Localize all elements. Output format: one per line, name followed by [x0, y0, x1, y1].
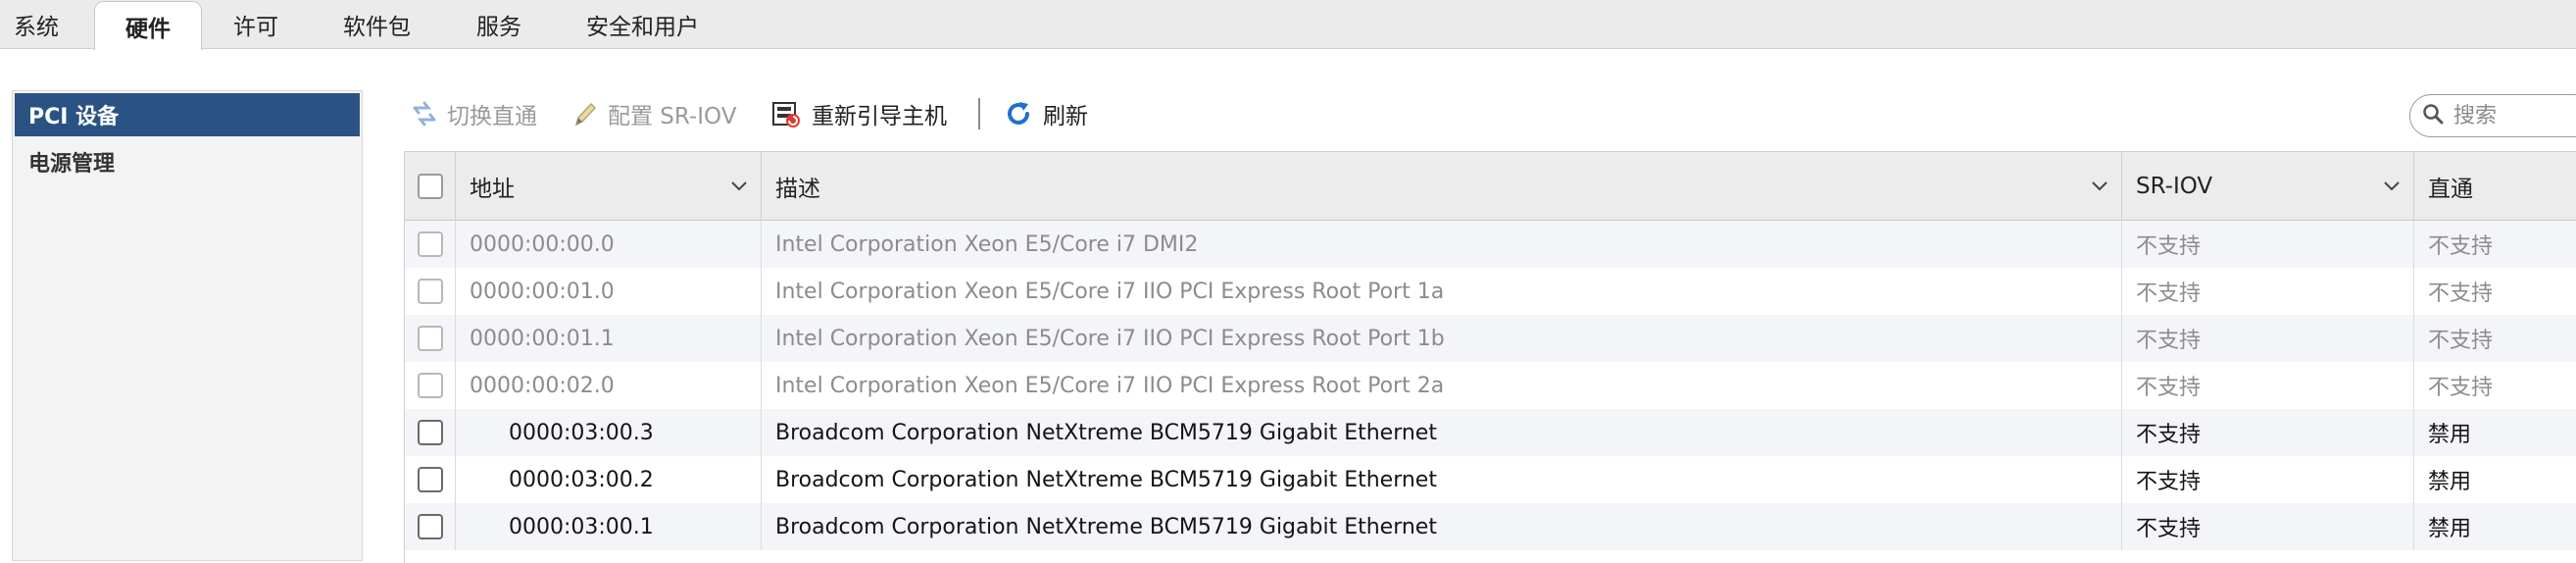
- row-checkbox[interactable]: [418, 373, 443, 398]
- tab-hardware[interactable]: 硬件: [94, 1, 202, 50]
- sriov-cell: 不支持: [2122, 221, 2414, 268]
- pencil-icon: [572, 99, 598, 128]
- row-checkbox[interactable]: [418, 231, 443, 257]
- pci-device-table: 地址 描述 SR-IOV 直通 0000:00:00.0 Intel Corpo…: [404, 151, 2576, 563]
- column-header-address-label: 地址: [470, 177, 515, 202]
- column-header-passthrough[interactable]: 直通: [2414, 152, 2576, 221]
- row-select-cell: [405, 362, 456, 409]
- chevron-down-icon[interactable]: [729, 176, 749, 201]
- tab-services[interactable]: 服务: [476, 0, 521, 49]
- sriov-cell: 不支持: [2122, 315, 2414, 362]
- passthrough-cell: 禁用: [2428, 470, 2472, 494]
- column-header-sriov-label: SR-IOV: [2136, 174, 2213, 199]
- chevron-down-icon[interactable]: [2090, 176, 2109, 201]
- row-select-cell: [405, 503, 456, 550]
- refresh-label: 刷新: [1043, 104, 1088, 129]
- table-row[interactable]: 0000:00:01.1 Intel Corporation Xeon E5/C…: [405, 315, 2576, 362]
- sidebar-item-power-management[interactable]: 电源管理: [15, 140, 360, 183]
- description-cell: Broadcom Corporation NetXtreme BCM5719 G…: [762, 503, 2122, 550]
- column-header-description-label: 描述: [775, 177, 820, 202]
- address-cell: 0000:03:00.3: [456, 409, 762, 456]
- reboot-host-button[interactable]: 重新引导主机: [770, 94, 947, 133]
- column-header-address[interactable]: 地址: [456, 152, 762, 221]
- description-cell: Broadcom Corporation NetXtreme BCM5719 G…: [762, 456, 2122, 503]
- sidebar-item-pci-devices[interactable]: PCI 设备: [15, 93, 360, 136]
- row-select-cell: [405, 315, 456, 362]
- toggle-passthrough-label: 切换直通: [447, 104, 537, 129]
- row-checkbox[interactable]: [418, 326, 443, 351]
- select-all-checkbox[interactable]: [418, 174, 443, 199]
- tab-security-users[interactable]: 安全和用户: [586, 0, 699, 49]
- tab-bar: 系统 硬件 许可 软件包 服务 安全和用户: [0, 0, 2576, 50]
- tab-system[interactable]: 系统: [14, 0, 59, 49]
- address-cell: 0000:00:00.0: [456, 221, 762, 268]
- passthrough-cell: 不支持: [2428, 282, 2494, 306]
- tab-license[interactable]: 许可: [233, 0, 278, 49]
- passthrough-cell: 禁用: [2428, 517, 2472, 541]
- column-header-description[interactable]: 描述: [762, 152, 2122, 221]
- address-cell: 0000:03:00.2: [456, 456, 762, 503]
- row-select-cell: [405, 221, 456, 268]
- table-row[interactable]: 0000:03:00.1 Broadcom Corporation NetXtr…: [405, 503, 2576, 550]
- sidebar: PCI 设备 电源管理: [12, 90, 363, 561]
- table-row[interactable]: 0000:00:02.0 Intel Corporation Xeon E5/C…: [405, 362, 2576, 409]
- sriov-cell: 不支持: [2122, 456, 2414, 503]
- table-header: 地址 描述 SR-IOV 直通: [405, 152, 2576, 221]
- row-checkbox[interactable]: [418, 279, 443, 304]
- configure-sriov-label: 配置 SR-IOV: [608, 104, 737, 129]
- toggle-passthrough-icon: [412, 99, 437, 128]
- table-row[interactable]: 0000:00:01.0 Intel Corporation Xeon E5/C…: [405, 268, 2576, 315]
- sriov-cell: 不支持: [2122, 362, 2414, 409]
- address-cell: 0000:00:01.0: [456, 268, 762, 315]
- row-checkbox[interactable]: [418, 514, 443, 539]
- search-box: [2409, 94, 2576, 137]
- toolbar-separator: [978, 98, 980, 129]
- reboot-host-icon: [770, 98, 802, 129]
- address-cell: 0000:00:01.1: [456, 315, 762, 362]
- table-row[interactable]: 0000:03:00.3 Broadcom Corporation NetXtr…: [405, 409, 2576, 456]
- row-checkbox[interactable]: [418, 420, 443, 445]
- sriov-cell: 不支持: [2122, 503, 2414, 550]
- search-input[interactable]: [2452, 102, 2576, 129]
- sriov-cell: 不支持: [2122, 268, 2414, 315]
- select-all-cell: [405, 152, 456, 221]
- reboot-host-label: 重新引导主机: [812, 104, 947, 129]
- description-cell: Intel Corporation Xeon E5/Core i7 IIO PC…: [762, 362, 2122, 409]
- description-cell: Broadcom Corporation NetXtreme BCM5719 G…: [762, 409, 2122, 456]
- refresh-icon: [1004, 99, 1033, 128]
- description-cell: Intel Corporation Xeon E5/Core i7 IIO PC…: [762, 268, 2122, 315]
- search-icon: [2422, 103, 2444, 128]
- column-header-sriov[interactable]: SR-IOV: [2122, 152, 2414, 221]
- row-select-cell: [405, 409, 456, 456]
- table-row[interactable]: 0000:00:00.0 Intel Corporation Xeon E5/C…: [405, 221, 2576, 268]
- passthrough-cell: 不支持: [2428, 329, 2494, 353]
- chevron-down-icon[interactable]: [2382, 176, 2402, 201]
- row-select-cell: [405, 456, 456, 503]
- refresh-button[interactable]: 刷新: [1004, 94, 1088, 133]
- row-select-cell: [405, 268, 456, 315]
- tab-packages[interactable]: 软件包: [343, 0, 411, 49]
- column-header-passthrough-label: 直通: [2428, 177, 2473, 202]
- table-row[interactable]: 0000:03:00.2 Broadcom Corporation NetXtr…: [405, 456, 2576, 503]
- description-cell: Intel Corporation Xeon E5/Core i7 IIO PC…: [762, 315, 2122, 362]
- toggle-passthrough-button[interactable]: 切换直通: [412, 94, 537, 133]
- address-cell: 0000:00:02.0: [456, 362, 762, 409]
- sriov-cell: 不支持: [2122, 409, 2414, 456]
- passthrough-cell: 不支持: [2428, 234, 2494, 259]
- address-cell: 0000:03:00.1: [456, 503, 762, 550]
- configure-sriov-button[interactable]: 配置 SR-IOV: [572, 94, 736, 133]
- passthrough-cell: 禁用: [2428, 423, 2472, 447]
- row-checkbox[interactable]: [418, 467, 443, 492]
- description-cell: Intel Corporation Xeon E5/Core i7 DMI2: [762, 221, 2122, 268]
- passthrough-cell: 不支持: [2428, 376, 2494, 400]
